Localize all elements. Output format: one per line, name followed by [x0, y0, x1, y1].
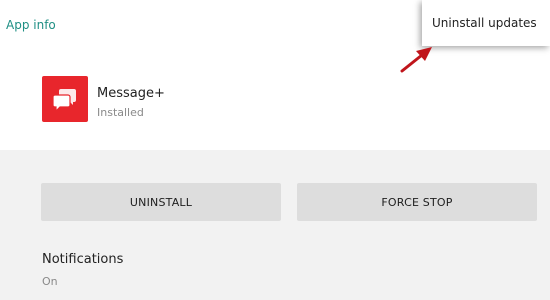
notifications-value: On	[42, 275, 58, 288]
menu-item-uninstall-updates[interactable]: Uninstall updates	[432, 16, 537, 30]
app-icon	[42, 76, 88, 122]
overflow-menu: Uninstall updates	[422, 0, 550, 46]
app-name: Message+	[97, 86, 165, 101]
uninstall-button[interactable]: UNINSTALL	[41, 183, 281, 221]
app-status: Installed	[97, 106, 144, 119]
force-stop-button[interactable]: FORCE STOP	[297, 183, 537, 221]
red-arrow-icon	[400, 47, 432, 73]
message-bubble-icon	[52, 89, 76, 112]
page-title: App info	[6, 18, 56, 32]
notifications-title[interactable]: Notifications	[42, 252, 123, 267]
